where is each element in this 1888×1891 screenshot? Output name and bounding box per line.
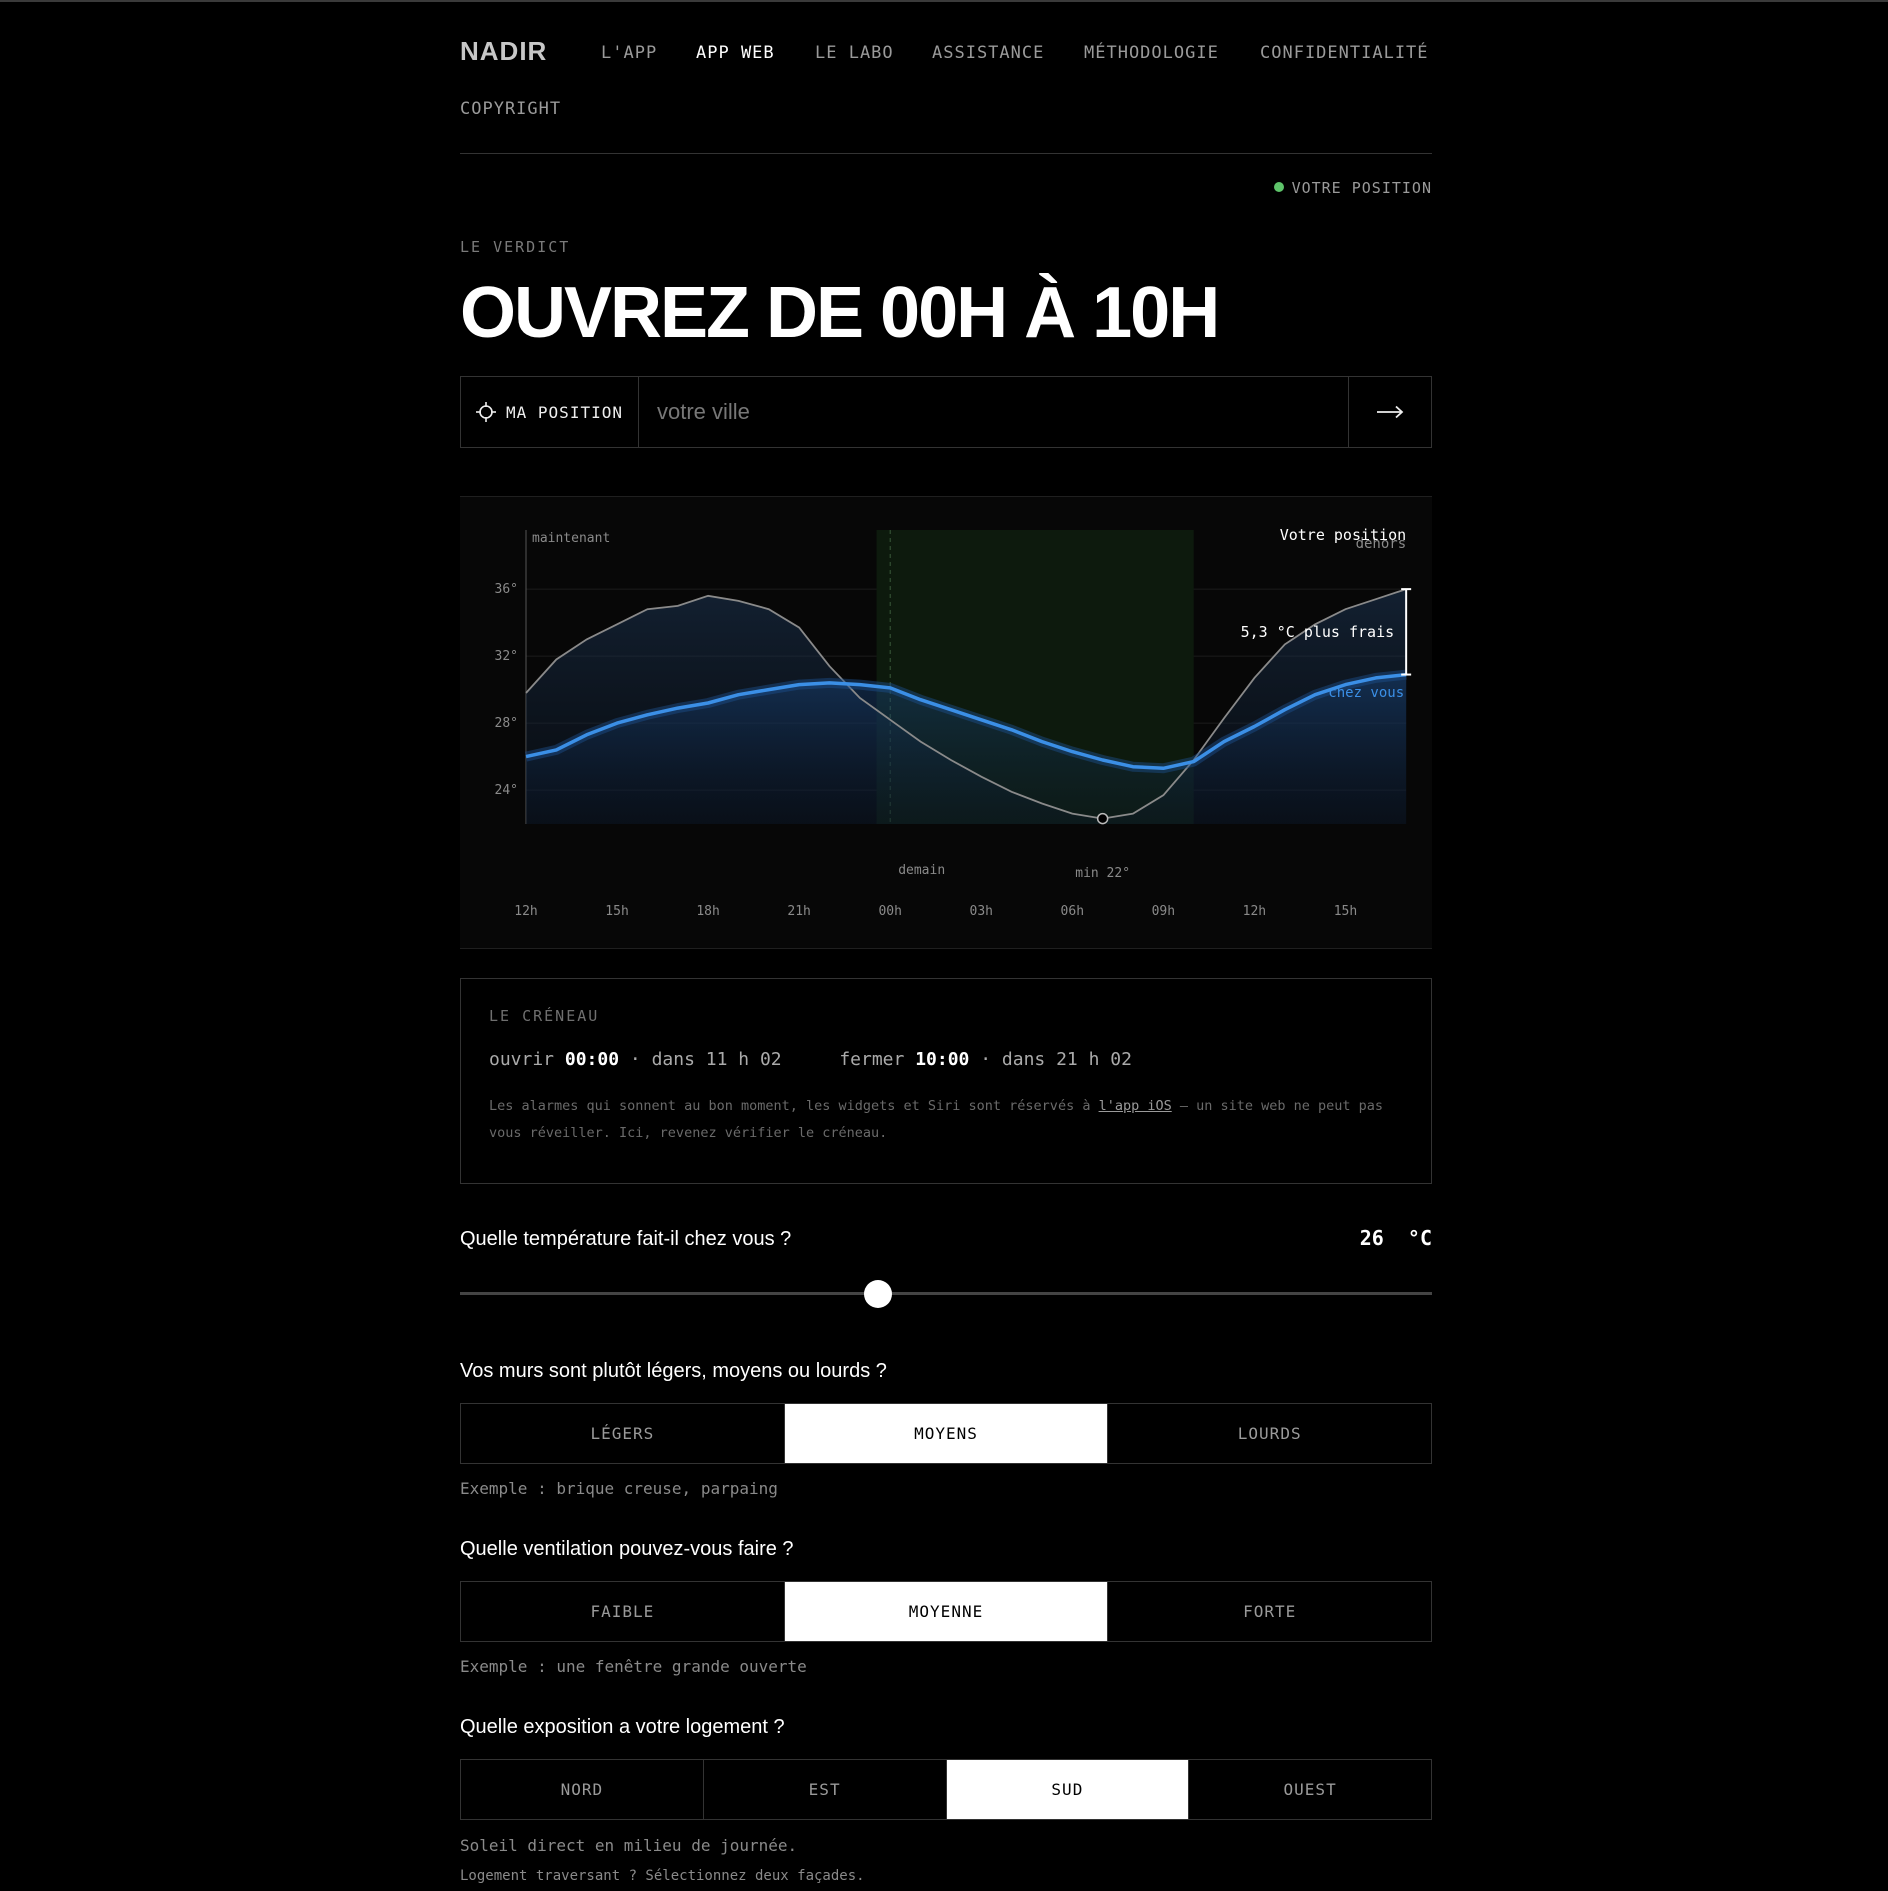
- chart-location-label: Votre position: [1280, 526, 1406, 544]
- x-tick-label: 18h: [696, 904, 719, 919]
- ventilation-option-moyenne[interactable]: MOYENNE: [784, 1582, 1109, 1641]
- search-submit-button[interactable]: [1348, 377, 1431, 447]
- min-temperature-marker: [1096, 812, 1109, 825]
- location-search: MA POSITION: [460, 376, 1432, 448]
- x-tick-label: 09h: [1152, 904, 1175, 919]
- open-time: 00:00: [564, 1049, 620, 1070]
- now-label: maintenant: [532, 531, 610, 546]
- ventilation-option-faible[interactable]: FAIBLE: [461, 1582, 785, 1641]
- ventilation-hint: Exemple : une fenêtre grande ouverte: [460, 1657, 807, 1676]
- x-tick-label: 15h: [605, 904, 628, 919]
- temperature-chart-svg: 24° 28° 32° 36° 12h 15h 18h 21h 00h 03h 06h 09h 12h 1…: [495, 526, 1412, 919]
- arrow-right-icon: [1377, 405, 1404, 419]
- x-tick-label: 06h: [1061, 904, 1084, 919]
- x-tick-label: 12h: [514, 904, 537, 919]
- open-label: ouvrir: [489, 1049, 555, 1070]
- x-tick-label: 12h: [1243, 904, 1266, 919]
- nav-divider: [460, 153, 1432, 154]
- exposure-option-sud[interactable]: SUD: [946, 1760, 1190, 1819]
- location-status: VOTRE POSITION: [1273, 179, 1432, 197]
- brand-logo[interactable]: NADIR: [460, 36, 547, 67]
- exposure-option-ouest[interactable]: OUEST: [1189, 1760, 1431, 1819]
- nav-link-assistance[interactable]: ASSISTANCE: [932, 43, 1044, 63]
- exposure-question: Quelle exposition a votre logement ?: [460, 1716, 785, 1738]
- open-relative: · dans 11 h 02: [629, 1049, 782, 1070]
- walls-hint: Exemple : brique creuse, parpaing: [460, 1479, 778, 1498]
- location-status-label: VOTRE POSITION: [1291, 179, 1432, 197]
- y-tick-label: 32°: [495, 649, 518, 664]
- walls-question: Vos murs sont plutôt légers, moyens ou l…: [460, 1360, 887, 1382]
- temperature-slider-track[interactable]: [460, 1292, 1432, 1295]
- ventilation-question: Quelle ventilation pouvez-vous faire ?: [460, 1538, 794, 1560]
- ios-app-link[interactable]: l'app iOS: [1099, 1098, 1172, 1114]
- y-tick-label: 24°: [495, 783, 518, 798]
- delta-label: 5,3 °C plus frais: [1241, 623, 1395, 641]
- close-time: 10:00: [915, 1049, 970, 1070]
- main-nav: NADIR L'APP APP WEB LE LABO ASSISTANCE M…: [460, 36, 1432, 119]
- x-tick-label: 03h: [970, 904, 993, 919]
- top-border: [0, 0, 1888, 2]
- x-tick-label: 21h: [787, 904, 810, 919]
- my-position-button[interactable]: MA POSITION: [461, 377, 639, 447]
- min-temperature-label: min 22°: [1075, 866, 1130, 881]
- temperature-unit: °C: [1407, 1226, 1432, 1250]
- nav-link-labo[interactable]: LE LABO: [815, 43, 894, 63]
- crosshair-icon: [476, 402, 497, 422]
- close-relative: · dans 21 h 02: [980, 1049, 1132, 1070]
- exposure-option-est[interactable]: EST: [704, 1760, 947, 1819]
- time-slot-times: ouvrir 00:00 · dans 11 h 02 fermer 10:00…: [489, 1049, 1132, 1070]
- nav-link-copyright[interactable]: COPYRIGHT: [460, 99, 561, 119]
- exposure-option-nord[interactable]: NORD: [461, 1760, 704, 1819]
- y-tick-label: 36°: [495, 582, 518, 597]
- close-label: fermer: [839, 1049, 905, 1070]
- time-slot-note: Les alarmes qui sonnent au bon moment, l…: [489, 1093, 1404, 1147]
- temperature-question: Quelle température fait-il chez vous ?: [460, 1228, 792, 1250]
- walls-option-moyens[interactable]: MOYENS: [784, 1404, 1109, 1463]
- exposure-selector: NORD EST SUD OUEST: [460, 1759, 1432, 1820]
- nav-link-confidentialite[interactable]: CONFIDENTIALITÉ: [1260, 43, 1429, 63]
- ventilation-option-forte[interactable]: FORTE: [1108, 1582, 1431, 1641]
- my-position-label: MA POSITION: [506, 402, 623, 422]
- temperature-slider-thumb[interactable]: [863, 1280, 892, 1308]
- y-tick-label: 28°: [495, 716, 518, 731]
- temperature-value: 26 °C: [1360, 1226, 1432, 1250]
- city-input[interactable]: [639, 377, 1347, 447]
- exposure-hint-secondary: Logement traversant ? Sélectionnez deux …: [460, 1868, 865, 1884]
- tomorrow-label: demain: [898, 863, 945, 878]
- temperature-number: 26: [1359, 1226, 1384, 1250]
- exposure-hint: Soleil direct en milieu de journée.: [460, 1836, 798, 1855]
- inside-series-label: chez vous: [1328, 685, 1404, 701]
- temperature-chart: 24° 28° 32° 36° 12h 15h 18h 21h 00h 03h 06h 09h 12h 1…: [460, 496, 1432, 949]
- time-slot-title: LE CRÉNEAU: [489, 1007, 600, 1025]
- verdict-eyebrow: LE VERDICT: [460, 238, 571, 256]
- ventilation-selector: FAIBLE MOYENNE FORTE: [460, 1581, 1432, 1642]
- note-text: Les alarmes qui sonnent au bon moment, l…: [489, 1098, 1099, 1114]
- nav-link-app[interactable]: L'APP: [601, 43, 657, 63]
- nav-link-web-app[interactable]: APP WEB: [696, 43, 775, 63]
- x-tick-label: 15h: [1334, 904, 1357, 919]
- walls-option-lourds[interactable]: LOURDS: [1108, 1404, 1431, 1463]
- nav-link-methodologie[interactable]: MÉTHODOLOGIE: [1084, 43, 1219, 63]
- time-slot-card: LE CRÉNEAU ouvrir 00:00 · dans 11 h 02 f…: [460, 978, 1432, 1184]
- status-dot-icon: [1273, 182, 1284, 192]
- walls-option-legers[interactable]: LÉGERS: [461, 1404, 785, 1463]
- verdict-headline: OUVREZ DE 00H À 10H: [460, 273, 1220, 353]
- walls-selector: LÉGERS MOYENS LOURDS: [460, 1403, 1432, 1464]
- x-tick-label: 00h: [878, 904, 901, 919]
